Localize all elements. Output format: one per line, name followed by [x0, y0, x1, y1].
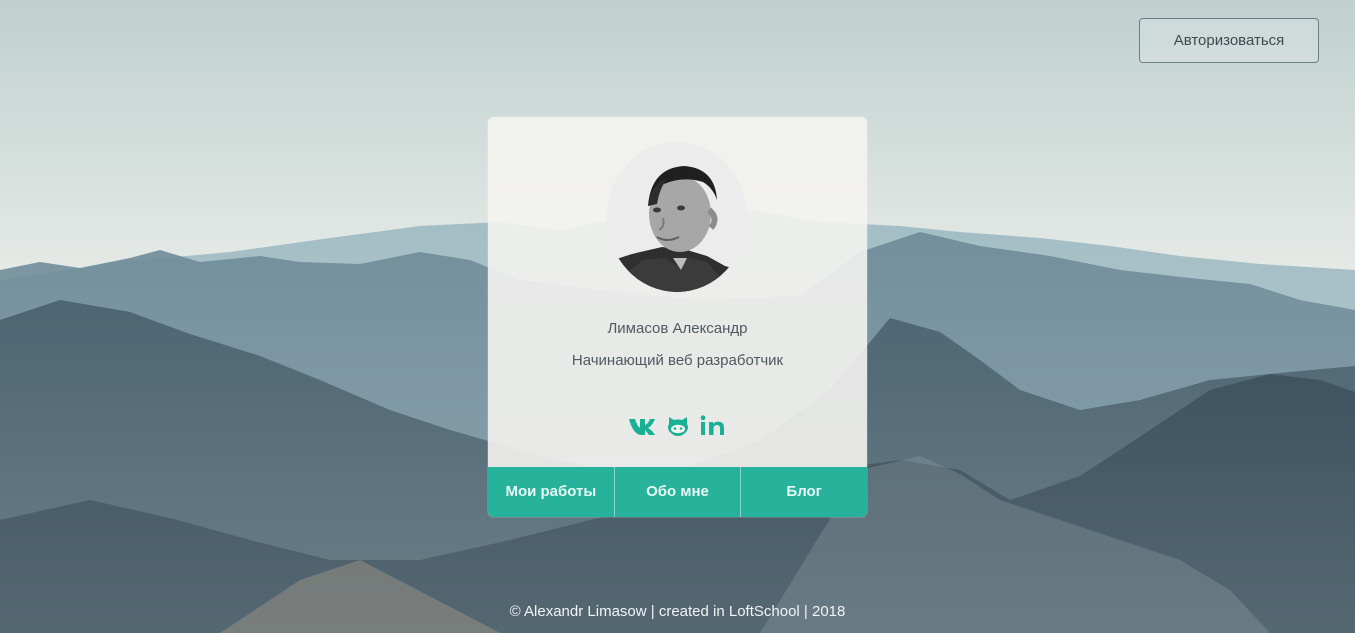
- profile-role: Начинающий веб разработчик: [571, 352, 784, 369]
- nav-item-about[interactable]: Обо мне: [615, 467, 742, 517]
- profile-name: Лимасов Александр: [607, 320, 748, 337]
- nav-item-works[interactable]: Мои работы: [488, 467, 615, 517]
- avatar: [607, 142, 747, 292]
- nav-item-blog[interactable]: Блог: [741, 467, 867, 517]
- social-links: [627, 413, 728, 437]
- avatar-photo: [607, 142, 747, 292]
- vk-icon[interactable]: [627, 413, 657, 437]
- footer-copyright: © Alexandr Limasow | created in LoftScho…: [509, 603, 846, 620]
- login-button[interactable]: Авторизоваться: [1139, 18, 1319, 63]
- linkedin-icon[interactable]: [698, 413, 728, 437]
- github-icon[interactable]: [663, 413, 693, 437]
- welcome-page: Авторизоваться Лимасов Александр Начинаю…: [0, 0, 1355, 633]
- profile-nav: Мои работы Обо мне Блог: [488, 467, 867, 517]
- profile-card: Лимасов Александр Начинающий веб разрабо…: [488, 117, 867, 517]
